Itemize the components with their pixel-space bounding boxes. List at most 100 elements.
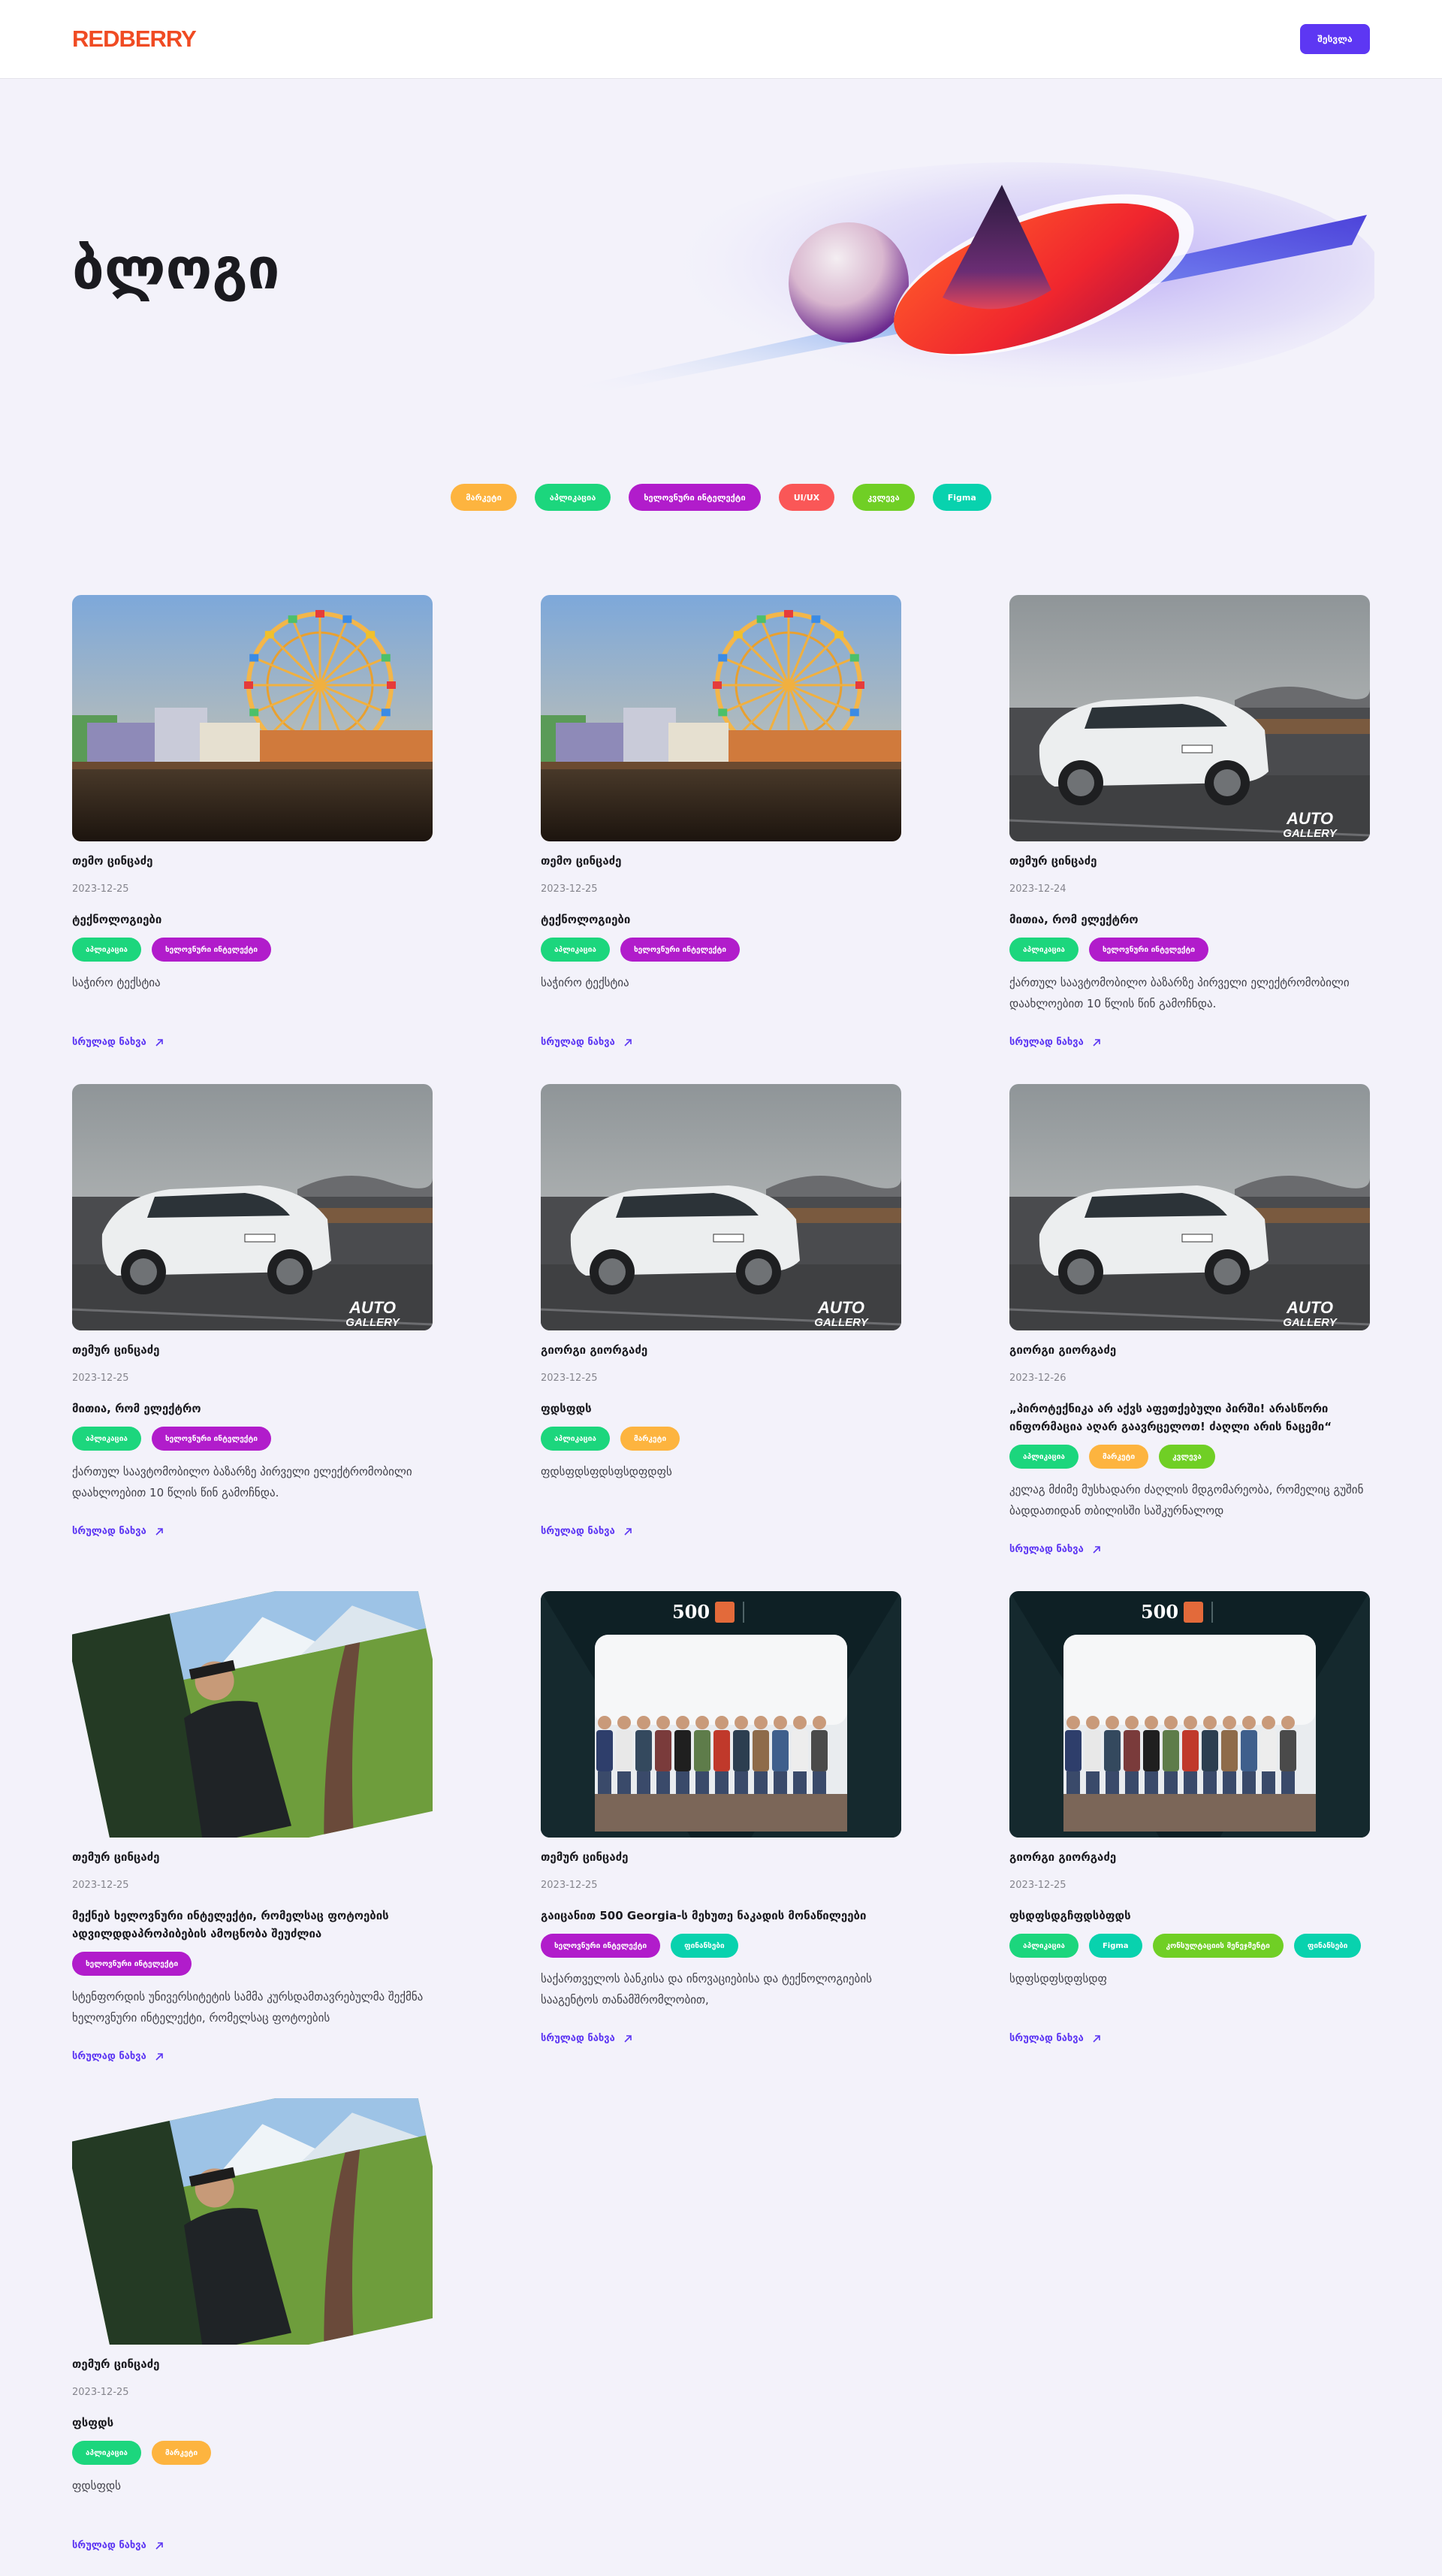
blog-card-tags: აპლიკაცია ხელოვნური ინტელექტი: [72, 938, 433, 962]
blog-card[interactable]: თემურ ცინცაძე 2023-12-25 ფსფდს აპლიკაცია მარ…: [72, 2098, 433, 2551]
tag-chip[interactable]: ხელოვნური ინტელექტი: [620, 938, 741, 962]
blog-card-author: თემო ცინცაძე: [72, 854, 153, 868]
tag-chip[interactable]: აპლიკაცია: [541, 938, 610, 962]
blog-card-title: მითია, რომ ელექტრო: [1009, 913, 1139, 926]
blog-card-description: ფდსფდს: [72, 2479, 121, 2493]
blog-card-date: 2023-12-25: [72, 2387, 129, 2398]
tag-chip[interactable]: ხელოვნური ინტელექტი: [72, 1952, 192, 1976]
blog-card-tags: აპლიკაცია Figma კონსულტაციის მენეჯმენტი ფინ…: [1009, 1934, 1370, 1958]
filter-chip-market[interactable]: მარკეტი: [451, 484, 517, 511]
tag-chip[interactable]: აპლიკაცია: [541, 1427, 610, 1451]
tag-chip[interactable]: კონსულტაციის მენეჯმენტი: [1152, 1934, 1284, 1958]
blog-card-description: საქართველოს ბანკისა და ინოვაციებისა და ტ…: [541, 1972, 872, 2007]
read-more-link[interactable]: სრულად ნახვა: [1009, 1037, 1102, 1048]
tag-chip[interactable]: აპლიკაცია: [1009, 1934, 1078, 1958]
arrow-up-right-icon: [154, 1037, 164, 1048]
arrow-up-right-icon: [1091, 1545, 1102, 1555]
blog-card-tags: აპლიკაცია მარკეტი: [541, 1427, 901, 1451]
read-more-link[interactable]: სრულად ნახვა: [72, 1037, 164, 1048]
tag-chip[interactable]: ხელოვნური ინტელექტი: [151, 938, 272, 962]
blog-card[interactable]: AUTO GALLERY გიორგი გიორგაძე 2023-12-26 „პ…: [1009, 1084, 1370, 1555]
tag-chip[interactable]: აპლიკაცია: [72, 2441, 141, 2465]
blog-card[interactable]: 500 თემურ ცინცაძე 2023-12-25 გაიცანით 500 …: [541, 1591, 901, 2044]
blog-card-description: ქართულ საავტომობილო ბაზარზე პირველი ელექ…: [1009, 976, 1350, 1010]
svg-text:GALLERY: GALLERY: [1283, 827, 1338, 840]
login-button[interactable]: შესვლა: [1300, 24, 1370, 54]
read-more-label: სრულად ნახვა: [541, 1526, 615, 1537]
filter-chip-application[interactable]: აპლიკაცია: [534, 484, 611, 511]
svg-text:AUTO: AUTO: [1286, 809, 1333, 828]
blog-card-tags: აპლიკაცია მარკეტი: [72, 2441, 433, 2465]
blog-card-image[interactable]: [72, 1591, 433, 1838]
read-more-label: სრულად ნახვა: [541, 2033, 615, 2044]
blog-card-image[interactable]: [72, 595, 433, 841]
blog-card[interactable]: AUTO GALLERY თემურ ცინცაძე 2023-12-25 მითი…: [72, 1084, 433, 1537]
svg-text:500: 500: [672, 1601, 710, 1623]
blog-card-image[interactable]: [72, 2098, 433, 2345]
blog-card-date: 2023-12-25: [541, 1880, 598, 1891]
blog-card-tags: აპლიკაცია ხელოვნური ინტელექტი: [72, 1427, 433, 1451]
read-more-link[interactable]: სრულად ნახვა: [72, 2540, 164, 2551]
blog-card-tags: ხელოვნური ინტელექტი: [72, 1952, 433, 1976]
arrow-up-right-icon: [623, 2034, 633, 2044]
blog-card-author: თემურ ცინცაძე: [72, 1343, 160, 1357]
svg-text:GALLERY: GALLERY: [345, 1316, 400, 1329]
arrow-up-right-icon: [1091, 2034, 1102, 2044]
read-more-link[interactable]: სრულად ნახვა: [541, 1037, 633, 1048]
blog-card-date: 2023-12-25: [541, 1373, 598, 1384]
blog-card-image[interactable]: AUTO GALLERY: [1009, 1084, 1370, 1330]
read-more-link[interactable]: სრულად ნახვა: [1009, 2033, 1102, 2044]
blog-card[interactable]: თემურ ცინცაძე 2023-12-25 მექნებ ხელოვნური …: [72, 1591, 433, 2062]
filter-chip-ai[interactable]: ხელოვნური ინტელექტი: [629, 484, 761, 511]
read-more-label: სრულად ნახვა: [1009, 1037, 1084, 1048]
tag-chip[interactable]: კვლევა: [1159, 1445, 1215, 1469]
tag-chip[interactable]: ფინანსები: [1293, 1934, 1362, 1958]
tag-chip[interactable]: აპლიკაცია: [1009, 938, 1078, 962]
blog-card-image[interactable]: AUTO GALLERY: [1009, 595, 1370, 841]
tag-chip[interactable]: ხელოვნური ინტელექტი: [541, 1934, 661, 1958]
tag-chip[interactable]: მარკეტი: [151, 2441, 212, 2465]
tag-chip[interactable]: ფინანსები: [671, 1934, 738, 1958]
read-more-link[interactable]: სრულად ნახვა: [1009, 1544, 1102, 1555]
filter-chip-figma[interactable]: Figma: [932, 484, 991, 511]
blog-card-author: გიორგი გიორგაძე: [1009, 1850, 1117, 1864]
blog-card-image[interactable]: 500: [541, 1591, 901, 1838]
blog-card[interactable]: AUTO GALLERY თემურ ცინცაძე 2023-12-24 მითი…: [1009, 595, 1370, 1048]
tag-chip[interactable]: მარკეტი: [1088, 1445, 1149, 1469]
tag-chip[interactable]: Figma: [1088, 1934, 1142, 1958]
blog-card-description: კელაგ მძიმე მუსხადარი ძაღლის მდგომარეობა…: [1009, 1483, 1364, 1518]
tag-chip[interactable]: აპლიკაცია: [72, 938, 141, 962]
tag-chip[interactable]: ხელოვნური ინტელექტი: [151, 1427, 272, 1451]
read-more-link[interactable]: სრულად ნახვა: [72, 2051, 164, 2062]
blog-card-author: თემურ ცინცაძე: [1009, 854, 1097, 868]
blog-card[interactable]: 500 გიორგი გიორგაძე 2023-12-25 ფსდფსდგჩფდს…: [1009, 1591, 1370, 2044]
blog-card-date: 2023-12-25: [1009, 1880, 1066, 1891]
tag-chip[interactable]: აპლიკაცია: [1009, 1445, 1078, 1469]
site-header: REDBERRY შესვლა: [0, 0, 1442, 79]
blog-card-date: 2023-12-24: [1009, 883, 1066, 895]
tag-chip[interactable]: ხელოვნური ინტელექტი: [1088, 938, 1209, 962]
blog-card-title: ტექნოლოგიები: [541, 913, 631, 926]
blog-card-image[interactable]: [541, 595, 901, 841]
blog-card-author: თემო ცინცაძე: [541, 854, 622, 868]
read-more-link[interactable]: სრულად ნახვა: [72, 1526, 164, 1537]
blog-card-title: ფსფდს: [72, 2416, 114, 2430]
read-more-link[interactable]: სრულად ნახვა: [541, 2033, 633, 2044]
read-more-link[interactable]: სრულად ნახვა: [541, 1526, 633, 1537]
arrow-up-right-icon: [623, 1527, 633, 1537]
blog-card-title: „პიროტექნიკა არ აქვს აფეთქებული პირში! ა…: [1009, 1402, 1332, 1433]
blog-card-date: 2023-12-25: [72, 1373, 129, 1384]
filter-chip-research[interactable]: კვლევა: [852, 484, 915, 511]
blog-card-image[interactable]: 500: [1009, 1591, 1370, 1838]
blog-card-image[interactable]: AUTO GALLERY: [541, 1084, 901, 1330]
blog-card-date: 2023-12-25: [72, 883, 129, 895]
redberry-logo[interactable]: REDBERRY: [72, 24, 197, 54]
blog-card[interactable]: თემო ცინცაძე 2023-12-25 ტექნოლოგიები აპლიკა…: [72, 595, 433, 1048]
read-more-label: სრულად ნახვა: [72, 2540, 146, 2551]
tag-chip[interactable]: მარკეტი: [620, 1427, 680, 1451]
tag-chip[interactable]: აპლიკაცია: [72, 1427, 141, 1451]
blog-card[interactable]: თემო ცინცაძე 2023-12-25 ტექნოლოგიები აპლიკა…: [541, 595, 901, 1048]
blog-card-image[interactable]: AUTO GALLERY: [72, 1084, 433, 1330]
filter-chip-uiux[interactable]: UI/UX: [778, 484, 835, 511]
blog-card[interactable]: AUTO GALLERY გიორგი გიორგაძე 2023-12-25 ფდ…: [541, 1084, 901, 1537]
